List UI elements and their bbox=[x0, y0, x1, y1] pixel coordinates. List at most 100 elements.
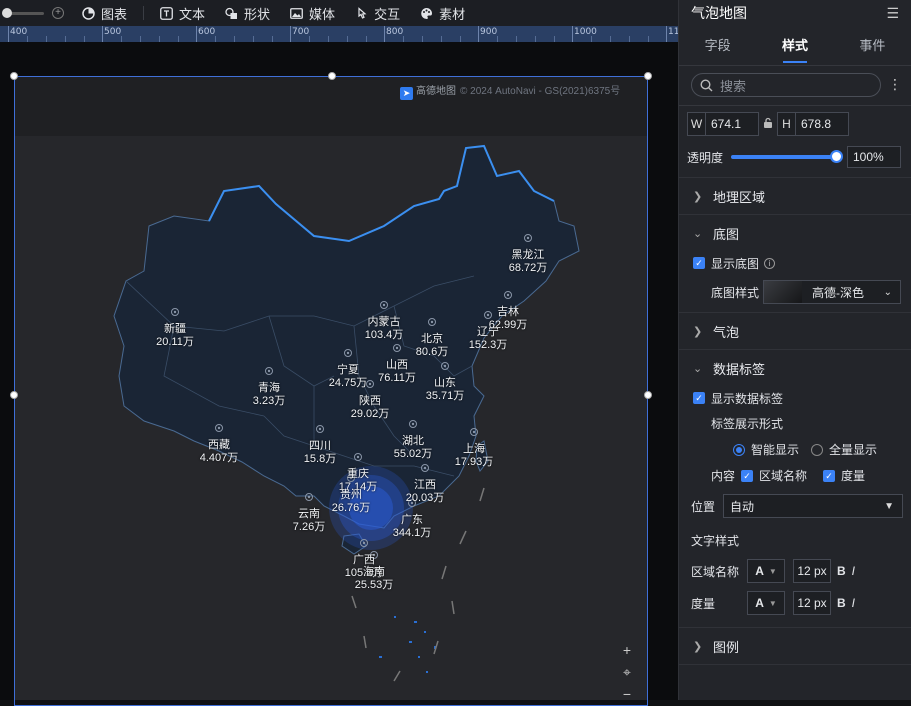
measure-font-color-select[interactable]: A ▼ bbox=[747, 591, 785, 615]
map-zoom-out-button[interactable]: − bbox=[620, 686, 634, 700]
measure-font-size-input[interactable]: 12 px bbox=[793, 591, 831, 615]
section-data-label[interactable]: ⌄ 数据标签 bbox=[679, 350, 911, 387]
zoom-track[interactable] bbox=[2, 7, 44, 18]
ruler-label: 11 bbox=[668, 27, 678, 37]
zoom-knob[interactable] bbox=[2, 7, 12, 18]
opacity-slider-knob[interactable] bbox=[830, 150, 843, 163]
panel-collapse-icon[interactable]: ☰ bbox=[886, 5, 899, 22]
province-value: 20.03万 bbox=[405, 492, 445, 504]
ruler-label: 600 bbox=[198, 27, 216, 37]
province-value: 35.71万 bbox=[425, 390, 465, 402]
opacity-row: 透明度 100% bbox=[679, 136, 911, 168]
province-name: 贵州 bbox=[340, 489, 362, 501]
chevron-down-icon: ⌄ bbox=[693, 228, 703, 240]
bubble-point-center bbox=[307, 495, 311, 499]
region-font-color-select[interactable]: A ▼ bbox=[747, 559, 785, 583]
section-data-label-title: 数据标签 bbox=[713, 362, 766, 377]
measure-style-row: 度量 A ▼ 12 px B I bbox=[679, 583, 911, 615]
chevron-right-icon: ❯ bbox=[693, 190, 703, 203]
zoom-in-icon[interactable]: + bbox=[52, 7, 64, 19]
bubble-point-center bbox=[423, 466, 427, 470]
basemap-thumbnail bbox=[764, 281, 802, 303]
toolbar-chart-button[interactable]: 图表 bbox=[72, 0, 137, 26]
search-input[interactable]: 搜索 ⋮ bbox=[691, 73, 902, 97]
province-name: 重庆 bbox=[347, 468, 369, 480]
section-legend-label: 图例 bbox=[713, 639, 740, 655]
position-row: 位置 自动 ▼ bbox=[679, 484, 911, 518]
toolbar-material-button[interactable]: 素材 bbox=[410, 0, 475, 26]
ruler-tick bbox=[8, 26, 9, 42]
height-field[interactable]: H 678.8 bbox=[777, 112, 849, 136]
display-mode-options: 智能显示 全量显示 bbox=[679, 432, 911, 458]
full-display-radio[interactable] bbox=[811, 443, 824, 456]
show-data-label-checkbox[interactable]: ✓ bbox=[693, 392, 705, 404]
section-legend[interactable]: ❯ 图例 bbox=[679, 628, 911, 665]
basemap-style-select[interactable]: 高德-深色 ⌄ bbox=[763, 280, 901, 304]
text-icon bbox=[160, 6, 173, 20]
region-name-checkbox[interactable]: ✓ bbox=[741, 469, 754, 482]
smart-display-label: 智能显示 bbox=[751, 443, 800, 457]
aspect-lock-icon[interactable] bbox=[763, 117, 773, 131]
toolbar-interaction-label: 交互 bbox=[374, 6, 401, 22]
province-value: 4.407万 bbox=[199, 452, 239, 464]
opacity-input[interactable]: 100% bbox=[847, 146, 901, 168]
position-value: 自动 bbox=[730, 499, 755, 514]
region-font-size-input[interactable]: 12 px bbox=[793, 559, 831, 583]
info-icon[interactable]: i bbox=[764, 257, 776, 269]
toolbar-text-button[interactable]: 文本 bbox=[150, 0, 215, 26]
tab-style[interactable]: 样式 bbox=[756, 26, 833, 65]
province-name: 黑龙江 bbox=[511, 249, 545, 261]
shape-icon bbox=[225, 7, 238, 20]
canvas-zoom-slider[interactable]: + bbox=[2, 7, 72, 19]
more-options-icon[interactable]: ⋮ bbox=[888, 76, 902, 93]
region-italic-button[interactable]: I bbox=[852, 564, 855, 578]
tab-events[interactable]: 事件 bbox=[834, 26, 911, 65]
opacity-label: 透明度 bbox=[687, 150, 724, 165]
map-zoom-in-button[interactable]: + bbox=[620, 642, 634, 658]
section-basemap[interactable]: ⌄ 底图 bbox=[679, 215, 911, 252]
editor-canvas[interactable]: ➤ 高德地图 © 2024 AutoNavi - GS(2021)6375号 黑龙江… bbox=[0, 42, 678, 706]
measure-bold-button[interactable]: B bbox=[837, 596, 846, 610]
ruler-label: 400 bbox=[10, 27, 28, 37]
ruler-tick bbox=[666, 26, 667, 42]
map-locate-button[interactable]: ⌖ bbox=[620, 664, 634, 681]
smart-display-radio[interactable] bbox=[733, 443, 745, 456]
tab-fields[interactable]: 字段 bbox=[679, 26, 756, 65]
region-bold-button[interactable]: B bbox=[837, 564, 846, 578]
measure-italic-button[interactable]: I bbox=[852, 596, 855, 610]
bubble-point-center bbox=[267, 369, 271, 373]
section-bubble[interactable]: ❯ 气泡 bbox=[679, 313, 911, 350]
measure-checkbox[interactable]: ✓ bbox=[823, 469, 836, 482]
interaction-icon bbox=[355, 6, 368, 20]
province-name: 北京 bbox=[421, 333, 443, 345]
show-basemap-checkbox[interactable]: ✓ bbox=[693, 257, 705, 269]
measure-label: 度量 bbox=[841, 469, 866, 483]
province-name: 湖北 bbox=[402, 435, 424, 447]
toolbar-interaction-button[interactable]: 交互 bbox=[345, 0, 410, 26]
toolbar-text-label: 文本 bbox=[179, 6, 206, 22]
height-label: H bbox=[778, 113, 796, 135]
bubble-point-center bbox=[356, 455, 360, 459]
search-icon bbox=[700, 78, 713, 91]
bubble-point-center bbox=[506, 293, 510, 297]
show-basemap-row: ✓ 显示底图 i bbox=[679, 252, 911, 274]
width-field[interactable]: W 674.1 bbox=[687, 112, 759, 136]
toolbar-media-button[interactable]: 媒体 bbox=[280, 0, 345, 26]
panel-title: 气泡地图 bbox=[691, 5, 747, 21]
position-select[interactable]: 自动 ▼ bbox=[723, 494, 903, 518]
caret-down-icon: ▼ bbox=[768, 566, 777, 576]
region-name-label: 区域名称 bbox=[759, 469, 808, 483]
toolbar-shape-button[interactable]: 形状 bbox=[215, 0, 280, 26]
opacity-slider[interactable] bbox=[731, 150, 843, 163]
section-geo-region[interactable]: ❯ 地理区域 bbox=[679, 178, 911, 215]
bubble-point-center bbox=[318, 427, 322, 431]
bubble-point-center bbox=[382, 303, 386, 307]
province-label: 湖北 55.02万 bbox=[383, 435, 443, 461]
bubble-point-center bbox=[430, 320, 434, 324]
province-value: 55.02万 bbox=[393, 448, 433, 460]
section-bubble-label: 气泡 bbox=[713, 324, 740, 340]
bubble-map-widget[interactable]: ➤ 高德地图 © 2024 AutoNavi - GS(2021)6375号 黑龙江… bbox=[14, 76, 648, 700]
ruler-tick bbox=[384, 26, 385, 42]
ruler-label: 700 bbox=[292, 27, 310, 37]
province-name: 山西 bbox=[386, 359, 408, 371]
